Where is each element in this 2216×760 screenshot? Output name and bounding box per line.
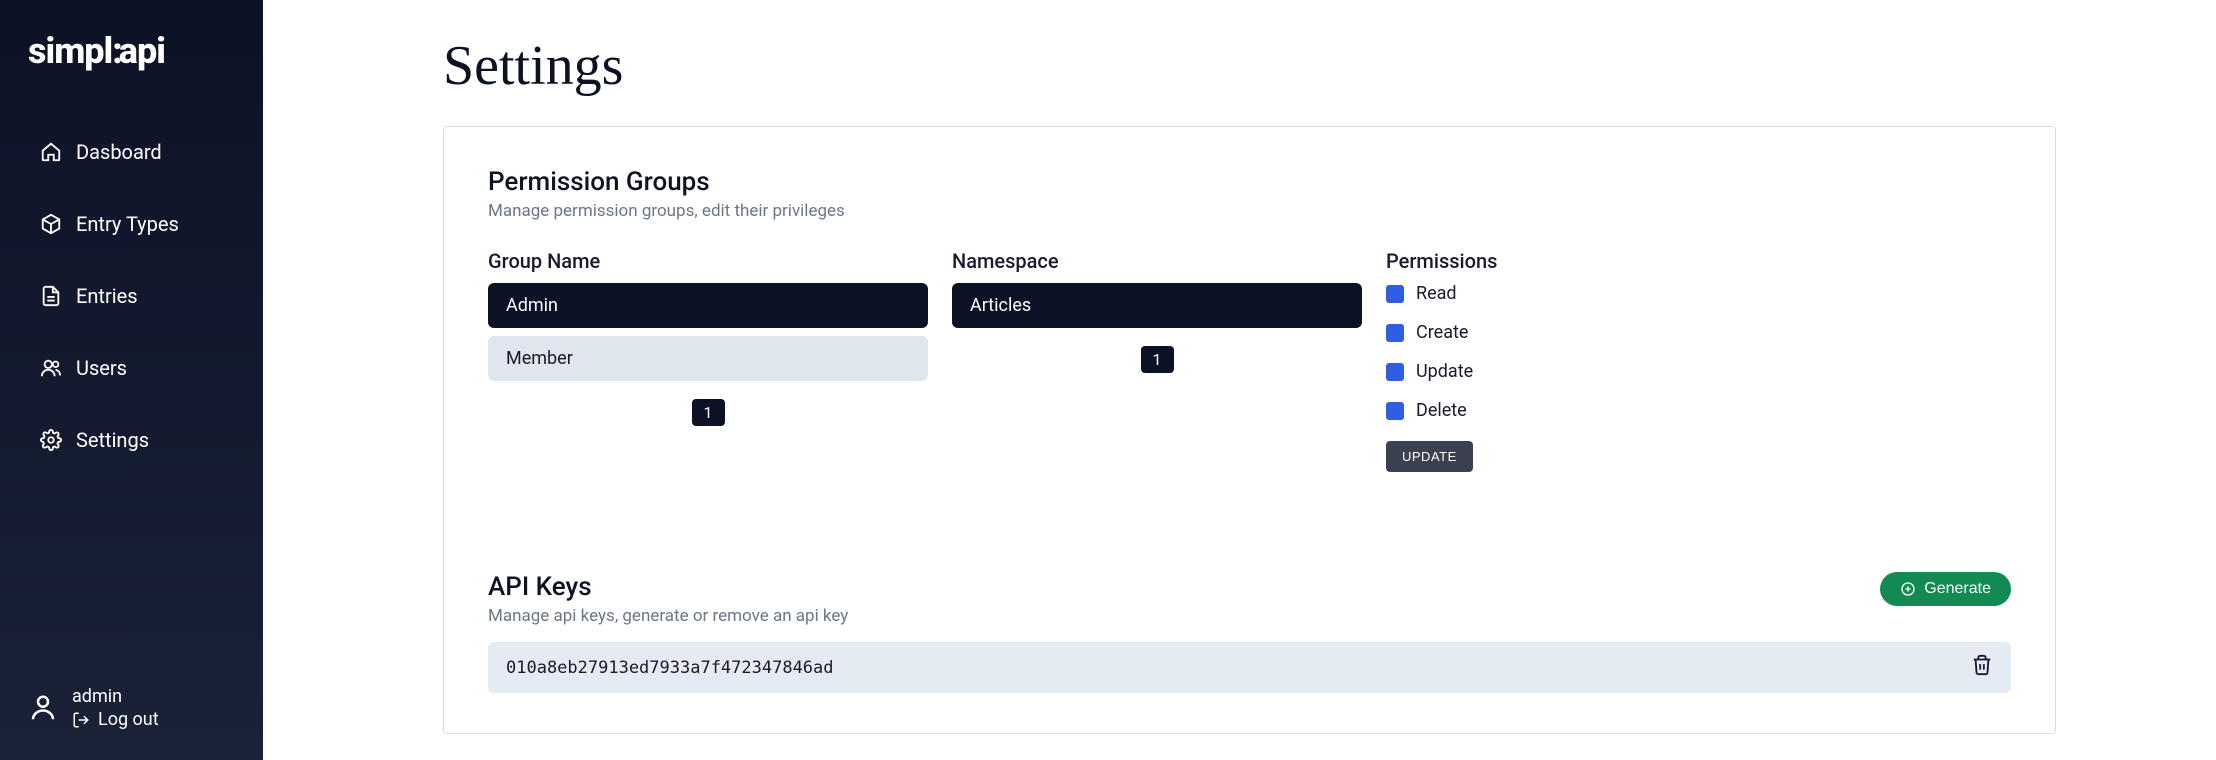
sidebar-item-users[interactable]: Users	[40, 356, 223, 380]
permission-update[interactable]: Update	[1386, 361, 2011, 382]
checkbox-icon	[1386, 402, 1404, 420]
permission-label: Create	[1416, 322, 1468, 343]
logout-link[interactable]: Log out	[72, 709, 159, 730]
main-content: Settings Permission Groups Manage permis…	[263, 0, 2216, 760]
permission-label: Delete	[1416, 400, 1467, 421]
brand-logo: simpl:api	[0, 30, 263, 92]
brand-part1: simpl	[28, 30, 112, 72]
generate-label: Generate	[1924, 580, 1991, 598]
user-icon	[28, 693, 58, 723]
group-name-column: Group Name Admin Member 1	[488, 249, 928, 472]
group-item-member[interactable]: Member	[488, 336, 928, 381]
namespace-column: Namespace Articles 1	[952, 249, 1362, 472]
column-header-permissions: Permissions	[1386, 249, 2011, 273]
sidebar-footer: admin Log out	[0, 686, 263, 740]
delete-key-button[interactable]	[1971, 654, 1993, 681]
namespaces-pagination: 1	[952, 346, 1362, 373]
section-subtitle: Manage permission groups, edit their pri…	[488, 201, 2011, 221]
logout-icon	[72, 711, 90, 729]
group-label: Admin	[506, 295, 558, 316]
groups-page-number[interactable]: 1	[692, 399, 725, 426]
permission-delete[interactable]: Delete	[1386, 400, 2011, 421]
sidebar-item-label: Settings	[76, 428, 149, 452]
sidebar-item-entry-types[interactable]: Entry Types	[40, 212, 223, 236]
update-button[interactable]: UPDATE	[1386, 441, 1473, 472]
permission-groups-section: Permission Groups Manage permission grou…	[488, 167, 2011, 472]
logout-label: Log out	[98, 709, 159, 730]
settings-card: Permission Groups Manage permission grou…	[443, 126, 2056, 734]
api-key-value: 010a8eb27913ed7933a7f472347846ad	[506, 658, 834, 678]
column-header-namespace: Namespace	[952, 249, 1362, 273]
group-label: Member	[506, 348, 573, 369]
sidebar: simpl:api Dasboard Entry Types Entries U…	[0, 0, 263, 760]
sidebar-item-label: Entries	[76, 284, 138, 308]
namespace-item-articles[interactable]: Articles	[952, 283, 1362, 328]
sidebar-item-label: Dasboard	[76, 140, 162, 164]
permissions-column: Permissions Read Create	[1386, 249, 2011, 472]
brand-part2: api	[119, 30, 165, 72]
sidebar-item-dashboard[interactable]: Dasboard	[40, 140, 223, 164]
section-title: API Keys	[488, 572, 848, 602]
section-subtitle: Manage api keys, generate or remove an a…	[488, 606, 848, 626]
plus-circle-icon	[1900, 581, 1916, 597]
sidebar-item-entries[interactable]: Entries	[40, 284, 223, 308]
sidebar-item-label: Entry Types	[76, 212, 179, 236]
api-key-row: 010a8eb27913ed7933a7f472347846ad	[488, 642, 2011, 693]
sidebar-item-settings[interactable]: Settings	[40, 428, 223, 452]
section-title: Permission Groups	[488, 167, 2011, 197]
users-icon	[40, 357, 62, 379]
trash-icon	[1971, 654, 1993, 676]
home-icon	[40, 141, 62, 163]
page-title: Settings	[443, 34, 2056, 98]
checkbox-icon	[1386, 363, 1404, 381]
group-item-admin[interactable]: Admin	[488, 283, 928, 328]
gear-icon	[40, 429, 62, 451]
permission-create[interactable]: Create	[1386, 322, 2011, 343]
namespaces-page-number[interactable]: 1	[1141, 346, 1174, 373]
sidebar-nav: Dasboard Entry Types Entries Users Setti…	[0, 140, 263, 452]
current-username: admin	[72, 686, 159, 707]
permission-label: Update	[1416, 361, 1473, 382]
checkbox-icon	[1386, 324, 1404, 342]
column-header-group: Group Name	[488, 249, 928, 273]
box-icon	[40, 213, 62, 235]
checkbox-icon	[1386, 285, 1404, 303]
groups-pagination: 1	[488, 399, 928, 426]
api-keys-section: API Keys Manage api keys, generate or re…	[488, 572, 2011, 693]
sidebar-item-label: Users	[76, 356, 127, 380]
permission-read[interactable]: Read	[1386, 283, 2011, 304]
document-icon	[40, 285, 62, 307]
generate-button[interactable]: Generate	[1880, 572, 2011, 606]
namespace-label: Articles	[970, 295, 1031, 316]
permission-label: Read	[1416, 283, 1457, 304]
